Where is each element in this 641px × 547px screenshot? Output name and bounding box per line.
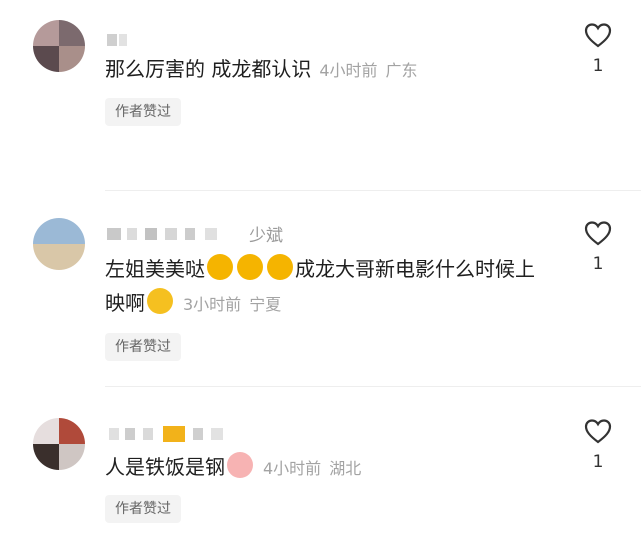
author-liked-tag: 作者赞过 bbox=[105, 495, 181, 523]
comment-location: 宁夏 bbox=[249, 295, 282, 314]
love-eyes-emoji bbox=[267, 254, 293, 280]
crying-emoji bbox=[147, 288, 173, 314]
author-liked-tag: 作者赞过 bbox=[105, 333, 181, 361]
author-liked-tag: 作者赞过 bbox=[105, 98, 181, 126]
comment-time: 4小时前 bbox=[319, 61, 378, 80]
pig-emoji bbox=[227, 452, 253, 478]
comment-text: 那么厉害的 成龙都认识 4小时前 广东 bbox=[105, 57, 418, 81]
heart-icon bbox=[584, 23, 612, 48]
heart-icon bbox=[584, 221, 612, 246]
divider bbox=[105, 386, 641, 387]
avatar[interactable] bbox=[33, 20, 85, 72]
comment-time: 4小时前 bbox=[263, 459, 322, 478]
avatar[interactable] bbox=[33, 218, 85, 270]
heart-icon bbox=[584, 419, 612, 444]
comment-text: 人是铁饭是钢 4小时前 湖北 bbox=[105, 450, 545, 486]
love-eyes-emoji bbox=[237, 254, 263, 280]
like-count: 1 bbox=[592, 452, 604, 472]
love-eyes-emoji bbox=[207, 254, 233, 280]
comment-time: 3小时前 bbox=[183, 295, 242, 314]
comment-location: 广东 bbox=[385, 61, 418, 80]
like-count: 1 bbox=[592, 254, 604, 274]
comment-text: 左姐美美哒 成龙大哥新电影什么时候上映啊 3小时前 宁夏 bbox=[105, 252, 545, 322]
like-button[interactable]: 1 bbox=[582, 418, 614, 472]
avatar[interactable] bbox=[33, 418, 85, 470]
comment-location: 湖北 bbox=[329, 459, 362, 478]
like-count: 1 bbox=[592, 56, 604, 76]
like-button[interactable]: 1 bbox=[582, 220, 614, 274]
divider bbox=[105, 190, 641, 191]
like-button[interactable]: 1 bbox=[582, 22, 614, 76]
